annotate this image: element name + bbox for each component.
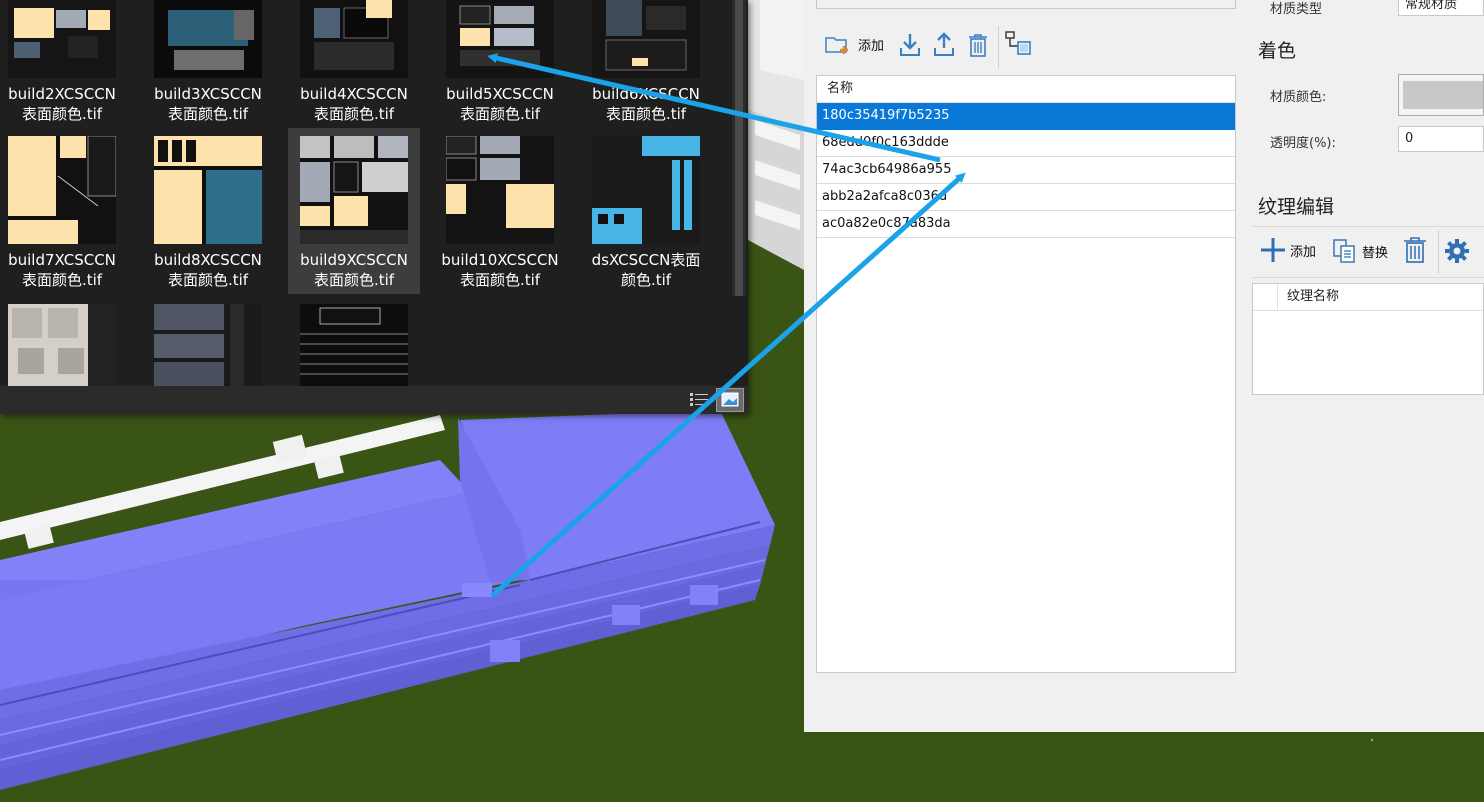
texture-edit-section-title: 纹理编辑 [1258, 196, 1335, 218]
thumbnail-label-line2: 表面颜色.tif [167, 271, 249, 289]
thumbnail-label-line2: 表面颜色.tif [313, 105, 395, 123]
file-browser-statusbar [0, 386, 748, 414]
thumbnail-build2[interactable]: build2XCSCCN 表面颜色.tif [0, 0, 132, 124]
texture-preview-image [592, 136, 700, 244]
texture-preview-image [300, 136, 408, 244]
thumbnail-build8[interactable]: build8XCSCCN 表面颜色.tif [138, 136, 278, 290]
thumbnail-label-line2: 表面颜色.tif [21, 105, 103, 123]
thumbnail-label-line1: build2XCSCCN [8, 85, 116, 103]
thumbnail-label-line1: build8XCSCCN [154, 251, 262, 269]
thumbnail-build5[interactable]: build5XCSCCN 表面颜色.tif [430, 0, 570, 124]
replace-texture-button[interactable]: 替换 [1332, 238, 1388, 264]
coloring-section-title: 着色 [1258, 40, 1297, 62]
texture-preview-image [154, 0, 262, 78]
transparency-input[interactable]: 0 [1398, 126, 1484, 152]
file-browser-scrollbar[interactable] [732, 0, 746, 296]
thumbnail-label-line2: 表面颜色.tif [167, 105, 249, 123]
thumbnail-build3[interactable]: build3XCSCCN 表面颜色.tif [138, 0, 278, 124]
thumbnail-build9[interactable]: build9XCSCCN 表面颜色.tif [288, 128, 420, 294]
material-color-fill [1403, 81, 1483, 109]
texture-preview-image [446, 136, 554, 244]
material-properties-panel: 添加 名称 180c35419f7b5235 68edd0f0c163ddde … [804, 0, 1484, 732]
add-texture-button[interactable]: 添加 [1260, 236, 1316, 264]
texture-list-check-column[interactable] [1253, 284, 1278, 310]
scrollbar-thumb[interactable] [735, 0, 743, 296]
top-panel-edge [816, 0, 1236, 9]
material-type-value: 常规材质 [1405, 0, 1458, 12]
material-type-select[interactable]: 常规材质 [1398, 0, 1484, 16]
list-column-header-name[interactable]: 名称 [817, 76, 1235, 103]
thumbnail-label-line2: 表面颜色.tif [313, 271, 395, 289]
import-icon[interactable] [898, 32, 922, 58]
texture-list[interactable]: 纹理名称 [1252, 283, 1484, 395]
material-row[interactable]: 180c35419f7b5235 [817, 103, 1235, 130]
thumbnail-label-line1: build4XCSCCN [300, 85, 408, 103]
texture-file-browser: build2XCSCCN 表面颜色.tif build3XCSCCN 表面颜色.… [0, 0, 748, 414]
texture-toolbar-separator [1438, 230, 1439, 274]
thumbnail-build6[interactable]: build6XCSCCN 表面颜色.tif [576, 0, 716, 124]
large-icons-view-icon[interactable] [716, 388, 744, 412]
add-material-button[interactable]: 添加 [824, 32, 884, 56]
replace-texture-label: 替换 [1362, 245, 1389, 261]
toolbar-separator [998, 26, 999, 68]
thumbnail-build10[interactable]: build10XCSCCN 表面颜色.tif [430, 136, 570, 290]
texture-list-header-row: 纹理名称 [1253, 284, 1483, 311]
material-list[interactable]: 名称 180c35419f7b5235 68edd0f0c163ddde 74a… [816, 75, 1236, 673]
thumbnail-label-line1: build5XCSCCN [446, 85, 554, 103]
texture-preview-image [446, 0, 554, 78]
texture-name-column-header[interactable]: 纹理名称 [1287, 284, 1339, 310]
export-icon[interactable] [932, 32, 956, 58]
thumbnail-label-line1: build7XCSCCN [8, 251, 116, 269]
replace-doc-icon [1332, 238, 1358, 264]
thumbnail-label-line1: build9XCSCCN [300, 251, 408, 269]
thumbnail-label-line1: build3XCSCCN [154, 85, 262, 103]
thumbnail-label-line2: 表面颜色.tif [459, 271, 541, 289]
material-type-label: 材质类型 [1270, 2, 1323, 17]
delete-icon[interactable] [966, 32, 990, 58]
texture-preview-image [8, 0, 116, 78]
material-color-swatch[interactable] [1398, 74, 1484, 116]
material-row[interactable]: 74ac3cb64986a955 [817, 157, 1235, 184]
thumbnail-ds[interactable]: dsXCSCCN表面 颜色.tif [576, 136, 716, 290]
thumbnail-label-line2: 表面颜色.tif [21, 271, 103, 289]
thumbnail-label-line2: 表面颜色.tif [459, 105, 541, 123]
gear-icon[interactable] [1444, 238, 1470, 264]
thumbnail-label-line2: 表面颜色.tif [605, 105, 687, 123]
material-row[interactable]: ac0a82e0c87a83da [817, 211, 1235, 238]
delete-texture-icon[interactable] [1402, 236, 1428, 264]
transparency-label: 透明度(%): [1270, 136, 1336, 151]
texture-preview-image [8, 136, 116, 244]
material-row[interactable]: 68edd0f0c163ddde [817, 130, 1235, 157]
thumbnail-label-line2: 颜色.tif [620, 271, 672, 289]
texture-preview-image [154, 136, 262, 244]
add-texture-label: 添加 [1290, 244, 1317, 260]
thumbnail-label-line1: dsXCSCCN表面 [591, 251, 701, 269]
thumbnail-build4[interactable]: build4XCSCCN 表面颜色.tif [284, 0, 424, 124]
texture-preview-image [592, 0, 700, 78]
transparency-value: 0 [1405, 131, 1414, 146]
thumbnail-label-line1: build10XCSCCN [441, 251, 559, 269]
thumbnail-label-line1: build6XCSCCN [592, 85, 700, 103]
add-folder-icon [824, 32, 852, 56]
thumbnail-build7[interactable]: build7XCSCCN 表面颜色.tif [0, 136, 132, 290]
details-view-icon[interactable] [690, 392, 708, 408]
plus-icon [1260, 236, 1286, 264]
texture-preview-image [300, 0, 408, 78]
material-color-label: 材质颜色: [1270, 90, 1327, 105]
material-row[interactable]: abb2a2afca8c036d [817, 184, 1235, 211]
hierarchy-icon[interactable] [1004, 30, 1032, 58]
add-material-label: 添加 [858, 38, 885, 54]
